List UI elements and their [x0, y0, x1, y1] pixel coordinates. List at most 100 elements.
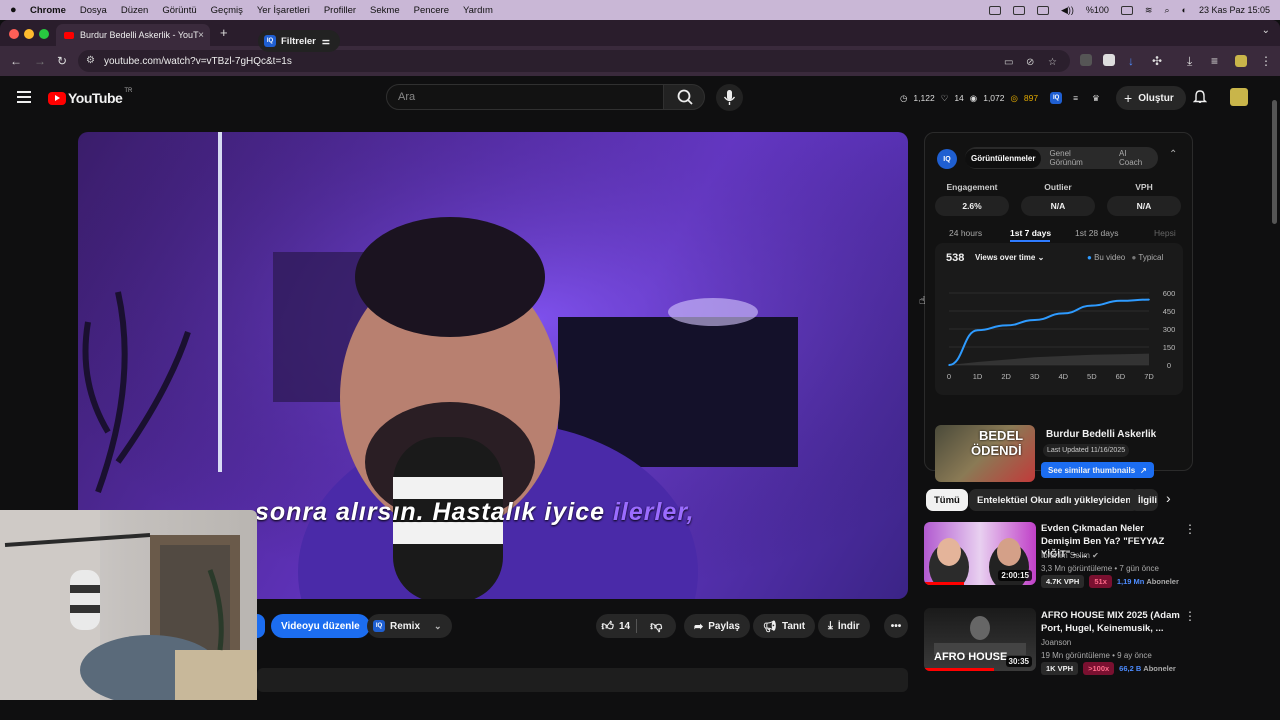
- battery-percent[interactable]: %100: [1086, 5, 1109, 15]
- more-actions-button[interactable]: •••: [884, 614, 908, 638]
- video-duration: 30:35: [1005, 656, 1032, 667]
- filters-button[interactable]: IQ Filtreler ⚌: [258, 30, 340, 52]
- thumbs-up-icon: 👍︎: [601, 618, 614, 633]
- verified-icon: ✔: [1092, 551, 1099, 560]
- menu-chrome[interactable]: Chrome: [30, 5, 66, 16]
- display-icon[interactable]: [1036, 5, 1049, 15]
- tab-search-icon[interactable]: ⌄: [1262, 25, 1270, 36]
- chevron-down-icon[interactable]: ⌄: [434, 621, 442, 632]
- menu-yardim[interactable]: Yardım: [463, 5, 493, 16]
- tab-ai-coach[interactable]: AI Coach: [1111, 149, 1158, 167]
- description-box[interactable]: [257, 668, 908, 692]
- remix-button[interactable]: IQ Remix ⌄: [367, 614, 452, 638]
- tab-views[interactable]: Görüntülenmeler: [965, 148, 1042, 168]
- window-icon[interactable]: [1012, 5, 1025, 15]
- this-video-point: [1033, 319, 1036, 321]
- volume-icon[interactable]: ◀)): [1061, 5, 1074, 16]
- recommendation-thumbnail[interactable]: AFRO HOUSE 30:35: [924, 608, 1036, 671]
- channel-name[interactable]: İbrahim Selim ✔: [1041, 551, 1099, 560]
- channel-name[interactable]: Joanson: [1041, 638, 1071, 647]
- range-all[interactable]: Hepsi: [1154, 228, 1176, 238]
- like-button[interactable]: 👍︎ 14: [596, 614, 636, 638]
- views-chart: 538 Views over time ⌄ ● Bu video ● Typic…: [935, 243, 1183, 395]
- url-bar[interactable]: ⚙ youtube.com/watch?v=vTBzl-7gHQc&t=1s ▭…: [78, 50, 1070, 72]
- kebab-menu-icon[interactable]: ⋮: [1260, 54, 1272, 68]
- reading-list-icon[interactable]: ≡: [1211, 54, 1218, 68]
- download-arrow-icon[interactable]: ↓: [1128, 54, 1134, 68]
- microphone-icon: [723, 90, 736, 105]
- range-28d[interactable]: 1st 28 days: [1075, 228, 1118, 238]
- menu-sekme[interactable]: Sekme: [370, 5, 400, 16]
- close-tab-icon[interactable]: ×: [198, 30, 204, 41]
- eye-off-icon[interactable]: ⊘: [1026, 57, 1034, 68]
- menu-pencere[interactable]: Pencere: [414, 5, 449, 16]
- similar-thumbnails-button[interactable]: See similar thumbnails ↗: [1041, 462, 1154, 478]
- maximize-window-button[interactable]: [39, 29, 49, 39]
- chevron-right-icon[interactable]: ›: [1166, 490, 1171, 506]
- page-scrollbar[interactable]: [1272, 100, 1277, 224]
- chip-all[interactable]: Tümü: [926, 489, 968, 511]
- menu-profiller[interactable]: Profiller: [324, 5, 356, 16]
- menu-goruntu[interactable]: Görüntü: [162, 5, 196, 16]
- youtube-logo[interactable]: YouTube TR: [48, 88, 132, 106]
- menu-yer-isaretleri[interactable]: Yer İşaretleri: [257, 5, 310, 16]
- menu-dosya[interactable]: Dosya: [80, 5, 107, 16]
- video-thumbnail[interactable]: BEDEL ÖDENDİ: [935, 425, 1035, 482]
- screen-record-icon[interactable]: [988, 5, 1001, 15]
- hamburger-menu-icon[interactable]: [17, 91, 31, 106]
- clock[interactable]: 23 Kas Paz 15:05: [1199, 5, 1270, 15]
- profile-icon[interactable]: [1235, 55, 1247, 67]
- avatar[interactable]: [1230, 88, 1248, 106]
- menu-gecmis[interactable]: Geçmiş: [211, 5, 243, 16]
- share-button[interactable]: ➦ Paylaş: [684, 614, 750, 638]
- more-vertical-icon[interactable]: ⋮: [1184, 522, 1196, 536]
- url-text[interactable]: youtube.com/watch?v=vTBzl-7gHQc&t=1s: [104, 56, 292, 67]
- apple-icon[interactable]: ●: [10, 4, 30, 16]
- mouse-cursor-icon: ☝︎: [919, 295, 926, 307]
- back-icon[interactable]: ←: [10, 54, 22, 68]
- dislike-button[interactable]: 👎︎: [636, 614, 676, 638]
- tab-overview[interactable]: Genel Görünüm: [1041, 149, 1111, 167]
- menu-duzen[interactable]: Düzen: [121, 5, 148, 16]
- bookmark-star-icon[interactable]: ☆: [1048, 57, 1057, 68]
- promote-button[interactable]: 📢︎ Tanıt: [753, 614, 816, 638]
- extension-icon[interactable]: [1103, 54, 1115, 66]
- recommendation-title[interactable]: AFRO HOUSE MIX 2025 (Adam Port, Hugel, K…: [1041, 609, 1181, 635]
- chip-related[interactable]: İlgili: [1130, 489, 1158, 511]
- this-video-point: [1119, 300, 1122, 302]
- search-icon[interactable]: ⌕: [1164, 5, 1169, 16]
- subscriber-label: Aboneler: [1146, 577, 1179, 586]
- more-vertical-icon[interactable]: ⋮: [1184, 609, 1196, 623]
- minimize-window-button[interactable]: [24, 29, 34, 39]
- notifications-bell-icon[interactable]: [1193, 89, 1207, 103]
- list-icon[interactable]: ≡: [1073, 93, 1078, 103]
- search-input[interactable]: Ara: [386, 84, 664, 110]
- install-icon[interactable]: ▭: [1004, 57, 1013, 68]
- downloads-icon[interactable]: ⤓: [1187, 54, 1192, 69]
- range-7d[interactable]: 1st 7 days: [1010, 228, 1051, 238]
- site-info-icon[interactable]: ⚙: [86, 55, 95, 66]
- download-button[interactable]: ⤓ İndir: [818, 614, 870, 638]
- similar-thumbnails-label: See similar thumbnails: [1048, 465, 1136, 475]
- voice-search-button[interactable]: [716, 84, 743, 111]
- range-24h[interactable]: 24 hours: [949, 228, 982, 238]
- browser-tab[interactable]: Burdur Bedelli Askerlik - YouT ×: [56, 24, 210, 46]
- svg-text:AFRO HOUSE: AFRO HOUSE: [934, 651, 1007, 663]
- wifi-icon[interactable]: ≋: [1145, 5, 1153, 16]
- search-button[interactable]: [663, 84, 705, 110]
- extension-icon[interactable]: [1080, 54, 1092, 66]
- puzzle-icon[interactable]: ✣: [1152, 54, 1162, 68]
- recommendation-thumbnail[interactable]: 2:00:15: [924, 522, 1036, 585]
- collapse-chevron-icon[interactable]: ⌃: [1169, 149, 1177, 160]
- remix-label: Remix: [390, 620, 421, 632]
- chip-uploader[interactable]: Entelektüel Okur adlı yükleyiciden: [969, 489, 1140, 511]
- control-center-icon[interactable]: ◐: [1182, 5, 1187, 15]
- share-label: Paylaş: [708, 620, 740, 632]
- reload-icon[interactable]: ↻: [57, 54, 67, 68]
- new-tab-icon[interactable]: +: [220, 25, 228, 40]
- close-window-button[interactable]: [9, 29, 19, 39]
- trophy-icon[interactable]: ♛: [1092, 93, 1100, 104]
- create-button[interactable]: + Oluştur: [1116, 86, 1186, 110]
- iq-badge[interactable]: IQ: [1050, 92, 1063, 104]
- edit-video-button[interactable]: Videoyu düzenle: [271, 614, 370, 638]
